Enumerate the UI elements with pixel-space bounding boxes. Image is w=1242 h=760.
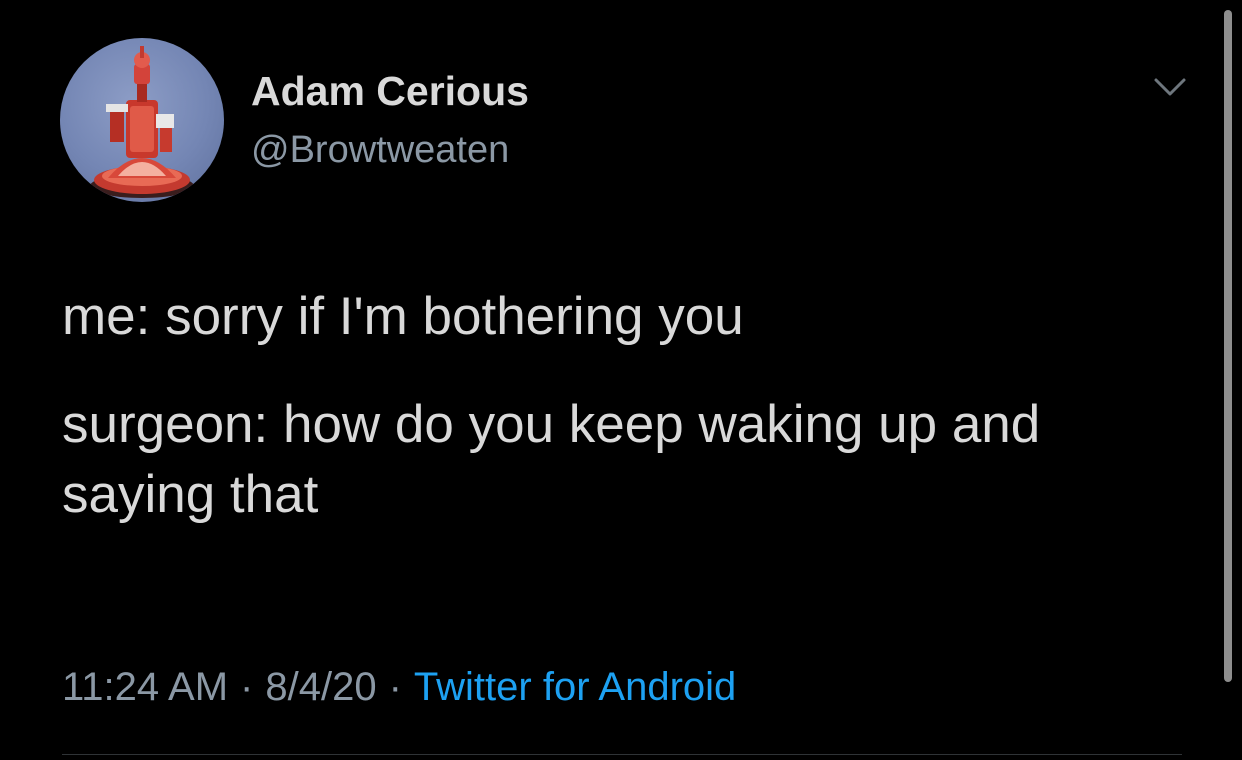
tweet-line: surgeon: how do you keep waking up and s… bbox=[62, 395, 1041, 524]
tweet-source-link[interactable]: Twitter for Android bbox=[414, 665, 736, 709]
divider bbox=[62, 754, 1182, 755]
meta-separator: · bbox=[388, 665, 402, 709]
user-handle[interactable]: @Browtweaten bbox=[251, 126, 509, 174]
meta-separator: · bbox=[240, 665, 254, 709]
display-name[interactable]: Adam Cerious bbox=[251, 66, 529, 116]
tweet-meta: 11:24 AM · 8/4/20 · Twitter for Android bbox=[62, 660, 736, 714]
tweet-line: me: sorry if I'm bothering you bbox=[62, 287, 744, 346]
tweet-card: Adam Cerious @Browtweaten me: sorry if I… bbox=[0, 0, 1242, 760]
avatar[interactable] bbox=[60, 38, 224, 202]
tweet-time: 11:24 AM bbox=[62, 665, 229, 709]
chevron-down-icon[interactable] bbox=[1150, 72, 1190, 102]
tweet-text: me: sorry if I'm bothering you surgeon: … bbox=[62, 282, 1172, 530]
robot-avatar-icon bbox=[90, 46, 194, 198]
scrollbar[interactable] bbox=[1224, 10, 1232, 682]
tweet-date: 8/4/20 bbox=[265, 665, 377, 709]
